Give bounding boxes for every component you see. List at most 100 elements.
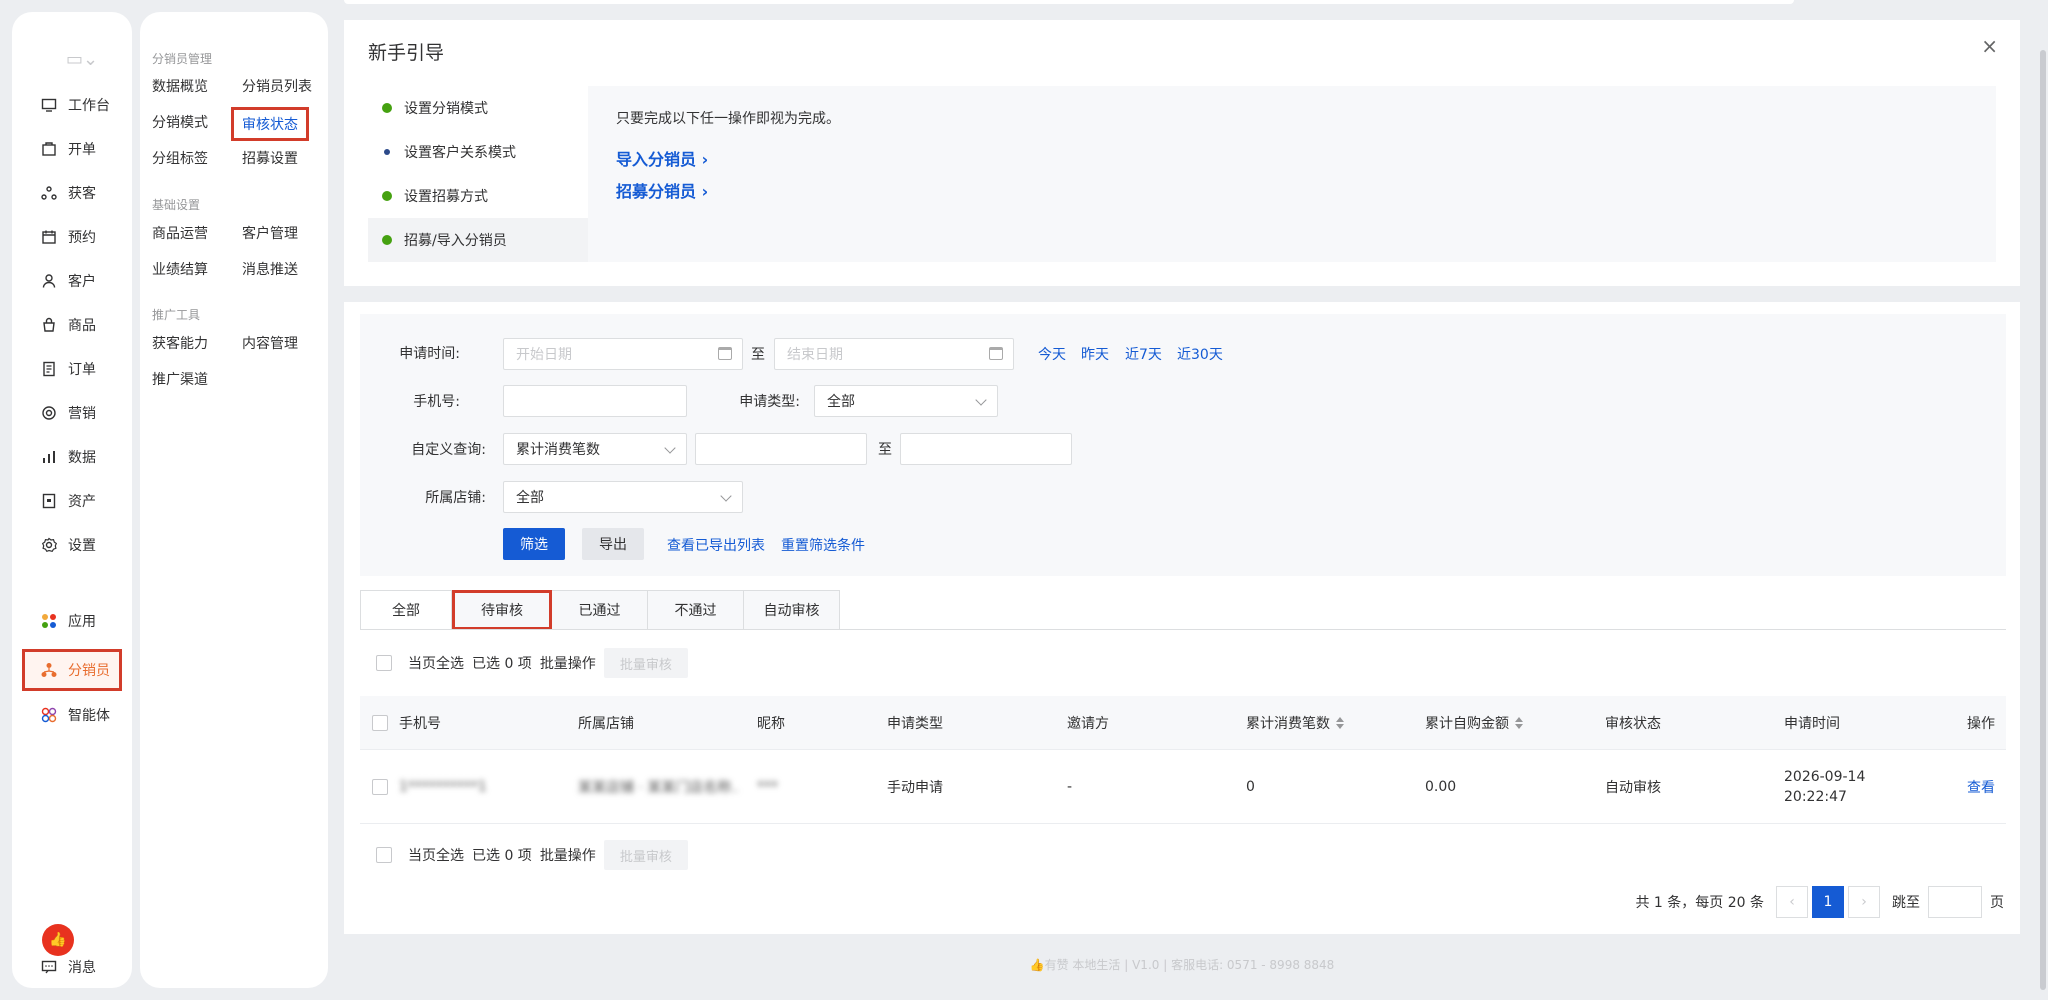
close-icon[interactable]: ×: [1981, 34, 1998, 58]
submenu-item-goods-ops[interactable]: 商品运营: [152, 223, 208, 243]
th-nickname: 昵称: [757, 716, 785, 732]
filter-button[interactable]: 筛选: [503, 528, 565, 560]
start-date-input[interactable]: 开始日期: [503, 338, 743, 370]
batch-op-label: 批量操作: [539, 656, 596, 672]
calendar-icon: [40, 228, 58, 246]
nav-item-assets[interactable]: 资产: [22, 482, 122, 520]
top-bar: [344, 0, 1794, 4]
guide-steps: 设置分销模式 设置客户关系模式 设置招募方式 招募/导入分销员: [368, 86, 588, 262]
submenu-item-distributor-list[interactable]: 分销员列表: [242, 76, 312, 96]
quick-7days[interactable]: 近7天: [1125, 344, 1162, 364]
batch-audit-button[interactable]: 批量审核: [603, 648, 688, 678]
submenu-item-recruit-settings[interactable]: 招募设置: [242, 148, 298, 168]
quick-yesterday[interactable]: 昨天: [1081, 344, 1109, 364]
export-button[interactable]: 导出: [582, 528, 644, 560]
cell-store: 某某店铺 · 某某门店名称...: [578, 780, 738, 796]
nav-label: 消息: [68, 960, 96, 976]
nav-label: 营销: [68, 406, 96, 422]
submenu-item-message-push[interactable]: 消息推送: [242, 259, 298, 279]
nav-label: 资产: [68, 494, 96, 510]
apply-type-select[interactable]: 全部: [814, 385, 998, 417]
view-exported-link[interactable]: 查看已导出列表: [667, 535, 765, 555]
nav-item-distributor[interactable]: 分销员: [22, 649, 122, 691]
nav-item-workbench[interactable]: 工作台: [22, 86, 122, 124]
phone-input[interactable]: [503, 385, 687, 417]
nav-label: 应用: [68, 614, 96, 630]
cell-apply-type: 手动申请: [887, 780, 943, 796]
jump-page-input[interactable]: [1928, 886, 1982, 918]
reset-filter-link[interactable]: 重置筛选条件: [781, 535, 865, 555]
submenu-item-customer-mgmt[interactable]: 客户管理: [242, 223, 298, 243]
submenu-item-settlement[interactable]: 业绩结算: [152, 259, 208, 279]
tab-rejected[interactable]: 不通过: [648, 590, 744, 630]
table-header: 手机号 所属店铺 昵称 申请类型 邀请方 累计消费笔数 累计自购金额 审核状态 …: [360, 696, 2006, 750]
submenu-item-channels[interactable]: 推广渠道: [152, 369, 208, 389]
prev-page-button[interactable]: ‹: [1776, 886, 1808, 918]
recruit-distributor-link[interactable]: 招募分销员 ›: [616, 178, 708, 202]
nav-item-goods[interactable]: 商品: [22, 306, 122, 344]
submenu-item-audit-status[interactable]: 审核状态: [231, 107, 309, 141]
custom-max-input[interactable]: [900, 433, 1072, 465]
select-page-checkbox[interactable]: [376, 655, 392, 671]
select-page-label: 当页全选: [408, 848, 464, 864]
nav-item-messages[interactable]: 消息: [22, 948, 122, 986]
quick-30days[interactable]: 近30天: [1177, 344, 1223, 364]
th-consume-count[interactable]: 累计消费笔数: [1246, 696, 1344, 750]
nav-label: 分销员: [68, 663, 110, 679]
th-apply-time: 申请时间: [1784, 716, 1840, 732]
nav-item-booking[interactable]: 预约: [22, 218, 122, 256]
chevron-down-icon: [720, 490, 732, 502]
row-checkbox[interactable]: [372, 779, 388, 795]
nav-item-customer[interactable]: 客户: [22, 262, 122, 300]
nav-item-acquire[interactable]: 获客: [22, 174, 122, 212]
nav-label: 设置: [68, 538, 96, 554]
select-page-checkbox[interactable]: [376, 847, 392, 863]
tab-approved[interactable]: 已通过: [552, 590, 648, 630]
guide-step[interactable]: 设置分销模式: [368, 86, 588, 130]
store-logo-icon[interactable]: ▭⌄: [62, 44, 102, 74]
custom-query-select[interactable]: 累计消费笔数: [503, 433, 687, 465]
nav-label: 客户: [68, 274, 96, 290]
workbench-icon: [40, 96, 58, 114]
batch-audit-button[interactable]: 批量审核: [603, 840, 688, 870]
page-button[interactable]: 1: [1812, 886, 1844, 918]
nav-item-data[interactable]: 数据: [22, 438, 122, 476]
submenu-item-acquire-ability[interactable]: 获客能力: [152, 333, 208, 353]
nav-item-ai-agent[interactable]: 智能体: [22, 696, 122, 734]
nav-item-billing[interactable]: 开单: [22, 130, 122, 168]
select-all-checkbox[interactable]: [372, 715, 388, 731]
nav-item-marketing[interactable]: 营销: [22, 394, 122, 432]
footer: 👍有赞 本地生活 | V1.0 | 客服电话: 0571 - 8998 8848: [1029, 958, 1335, 972]
th-self-purchase[interactable]: 累计自购金额: [1425, 696, 1523, 750]
end-date-input[interactable]: 结束日期: [774, 338, 1014, 370]
view-link[interactable]: 查看: [1967, 750, 1995, 824]
gear-icon: [40, 536, 58, 554]
status-tabs: 全部 待审核 已通过 不通过 自动审核: [360, 590, 840, 630]
import-distributor-link[interactable]: 导入分销员 ›: [616, 146, 708, 170]
submenu-item-mode[interactable]: 分销模式: [152, 112, 208, 132]
submenu-item-content-mgmt[interactable]: 内容管理: [242, 333, 298, 353]
next-page-button[interactable]: ›: [1848, 886, 1880, 918]
apps-icon: [40, 612, 58, 630]
guide-step[interactable]: 设置客户关系模式: [368, 130, 588, 174]
guide-step[interactable]: 招募/导入分销员: [368, 218, 588, 262]
nav-label: 开单: [68, 142, 96, 158]
custom-min-input[interactable]: [695, 433, 867, 465]
nav-item-settings[interactable]: 设置: [22, 526, 122, 564]
submenu-item-group-tags[interactable]: 分组标签: [152, 148, 208, 168]
nav-item-apps[interactable]: 应用: [22, 602, 122, 640]
check-icon: [382, 103, 392, 113]
store-label: 所属店铺:: [425, 490, 486, 506]
tab-auto-audit[interactable]: 自动审核: [744, 590, 840, 630]
tab-all[interactable]: 全部: [360, 590, 452, 630]
sort-icon: [1515, 717, 1523, 729]
asset-icon: [40, 492, 58, 510]
store-select[interactable]: 全部: [503, 481, 743, 513]
scrollbar[interactable]: [2040, 50, 2046, 990]
tab-pending[interactable]: 待审核: [452, 590, 552, 630]
submenu-item-overview[interactable]: 数据概览: [152, 76, 208, 96]
nav-item-order[interactable]: 订单: [22, 350, 122, 388]
guide-step[interactable]: 设置招募方式: [368, 174, 588, 218]
message-icon: [40, 958, 58, 976]
quick-today[interactable]: 今天: [1038, 344, 1066, 364]
